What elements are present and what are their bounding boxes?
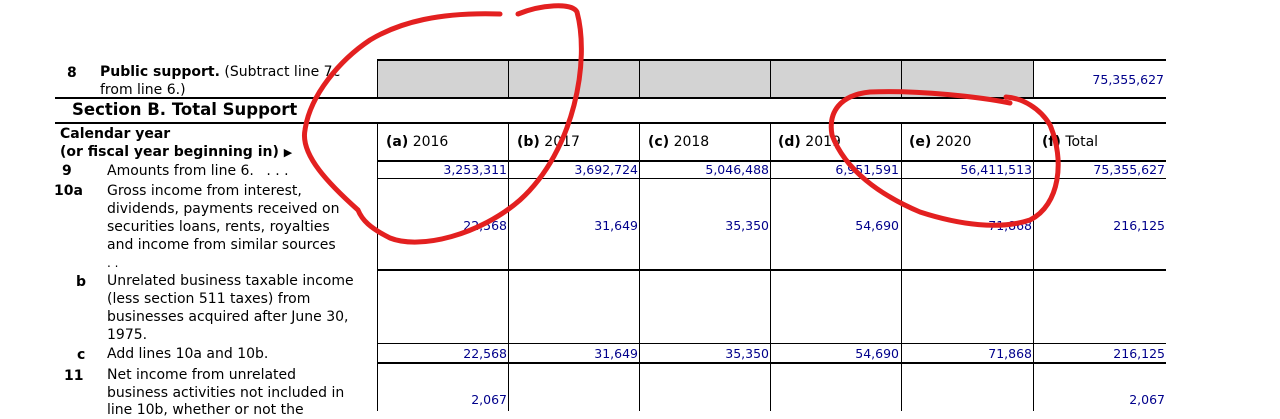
annotation-overlay [301,3,1061,245]
red-circle-annotation-right [828,89,1061,228]
red-circle-annotation-left [301,3,584,245]
